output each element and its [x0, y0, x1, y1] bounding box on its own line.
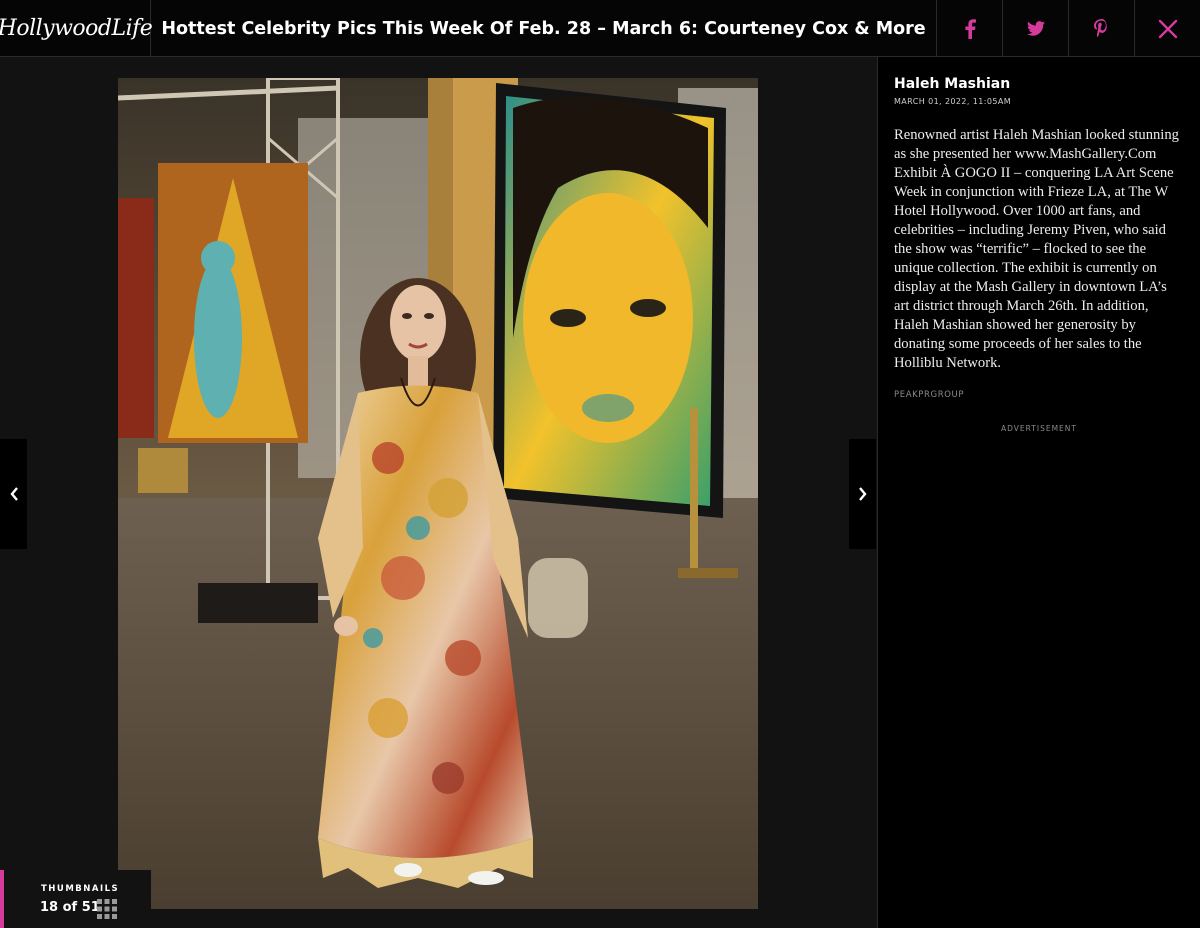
gallery-title: Hottest Celebrity Pics This Week Of Feb.… — [161, 18, 926, 39]
photo-position: 18 of 51 — [40, 900, 100, 915]
gallery-photo[interactable] — [118, 78, 758, 909]
photo-credit: PEAKPRGROUP — [894, 390, 965, 400]
pinterest-share-button[interactable] — [1068, 0, 1134, 57]
publish-date: MARCH 01, 2022, 11:05AM — [894, 97, 1012, 106]
twitter-icon — [1026, 21, 1045, 36]
caption-sidebar: Haleh Mashian MARCH 01, 2022, 11:05AM Re… — [877, 57, 1200, 928]
accent-bar — [0, 870, 4, 928]
site-logo[interactable]: HollywoodLife — [0, 0, 153, 57]
photo-illustration — [118, 78, 758, 909]
chevron-right-icon — [858, 487, 867, 501]
facebook-share-button[interactable] — [936, 0, 1002, 57]
thumbnails-toggle[interactable]: THUMBNAILS 18 of 51 — [0, 870, 151, 928]
advertisement-label: ADVERTISEMENT — [1000, 424, 1077, 433]
logo-text: HollywoodLife — [0, 16, 153, 41]
close-button[interactable] — [1134, 0, 1200, 57]
thumbnails-label: THUMBNAILS — [41, 884, 120, 894]
top-bar: HollywoodLife Hottest Celebrity Pics Thi… — [0, 0, 1200, 57]
gallery-viewer: THUMBNAILS 18 of 51 — [0, 57, 877, 928]
close-icon — [1158, 19, 1177, 38]
next-photo-button[interactable] — [849, 439, 876, 549]
twitter-share-button[interactable] — [1002, 0, 1068, 57]
chevron-left-icon — [9, 487, 18, 501]
pinterest-icon — [1094, 19, 1107, 38]
previous-photo-button[interactable] — [0, 439, 27, 549]
subject-name: Haleh Mashian — [894, 76, 1011, 92]
grid-icon — [97, 899, 117, 919]
facebook-icon — [964, 18, 976, 39]
photo-caption: Renowned artist Haleh Mashian looked stu… — [894, 127, 1179, 371]
